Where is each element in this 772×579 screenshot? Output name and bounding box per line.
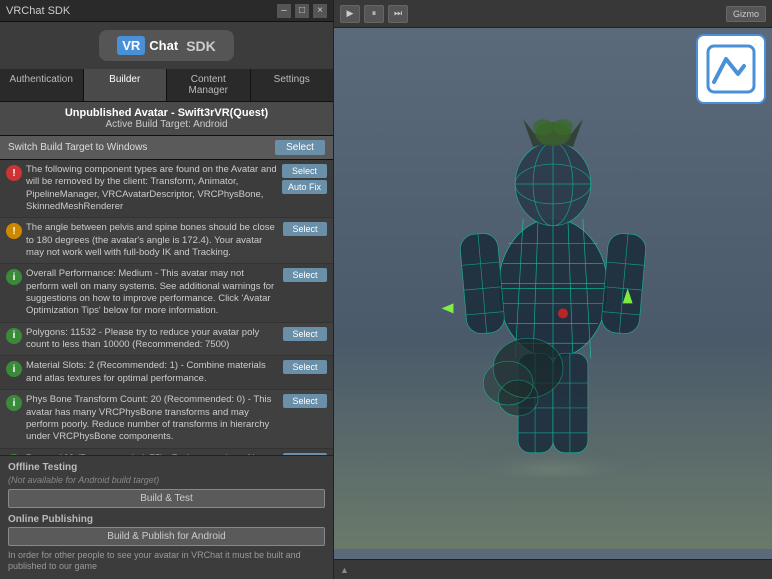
- nav-tabs: Authentication Builder Content Manager S…: [0, 69, 333, 102]
- tab-content-manager[interactable]: Content Manager: [167, 69, 251, 101]
- unity-toolbar: ▶ ⏸ ⏭ Gizmo: [334, 0, 772, 28]
- offline-header: Offline Testing: [8, 462, 325, 473]
- vrc-logo-overlay: [696, 34, 766, 104]
- warn-text: Phys Bone Transform Count: 20 (Recommend…: [26, 394, 279, 443]
- gizmo-label: Gizmo: [733, 9, 759, 19]
- list-item: i Polygons: 11532 - Please try to reduce…: [0, 323, 333, 357]
- avatar-svg: [334, 28, 772, 549]
- info-icon: i: [6, 269, 22, 285]
- online-publishing-section: Online Publishing Build & Publish for An…: [8, 514, 325, 573]
- select-button[interactable]: Select: [283, 268, 327, 282]
- gizmo-button[interactable]: Gizmo: [726, 6, 766, 22]
- warn-actions: Select: [283, 360, 327, 374]
- info-icon: i: [6, 395, 22, 411]
- error-icon: !: [6, 165, 22, 181]
- warn-actions: Select: [283, 327, 327, 341]
- select-button[interactable]: Select: [283, 394, 327, 408]
- select-button[interactable]: Select: [283, 222, 327, 236]
- list-item: ! The angle between pelvis and spine bon…: [0, 218, 333, 264]
- autofix-button[interactable]: Auto Fix: [282, 180, 327, 194]
- logo-chat: Chat: [149, 38, 178, 53]
- switch-target-button[interactable]: Select: [275, 140, 325, 155]
- warn-actions: Select: [283, 268, 327, 282]
- publish-note: In order for other people to see your av…: [8, 550, 325, 573]
- tab-settings[interactable]: Settings: [251, 69, 334, 101]
- logo-vr: VR: [117, 36, 145, 55]
- warn-text: Material Slots: 2 (Recommended: 1) - Com…: [26, 360, 279, 385]
- avatar-info: Unpublished Avatar - Swift3rVR(Quest) Ac…: [0, 102, 333, 136]
- left-panel: VRChat SDK – □ × VR Chat SDK Authenticat…: [0, 0, 334, 579]
- close-button[interactable]: ×: [313, 4, 327, 18]
- warning-icon: !: [6, 223, 22, 239]
- step-button[interactable]: ⏭: [388, 5, 408, 23]
- list-item: i Phys Bone Transform Count: 20 (Recomme…: [0, 390, 333, 448]
- tab-authentication[interactable]: Authentication: [0, 69, 84, 101]
- offline-note: (Not available for Android build target): [8, 475, 325, 485]
- logo-area: VR Chat SDK: [0, 22, 333, 69]
- warn-text: The angle between pelvis and spine bones…: [26, 222, 279, 259]
- build-publish-button[interactable]: Build & Publish for Android: [8, 527, 325, 546]
- select-button[interactable]: Select: [283, 327, 327, 341]
- list-item: i Overall Performance: Medium - This ava…: [0, 264, 333, 322]
- info-icon: i: [6, 328, 22, 344]
- warn-text: The following component types are found …: [26, 164, 278, 213]
- unity-viewport: ▶ ⏸ ⏭ Gizmo: [334, 0, 772, 579]
- offline-testing-section: Offline Testing (Not available for Andro…: [0, 455, 333, 579]
- list-item: i Material Slots: 2 (Recommended: 1) - C…: [0, 356, 333, 390]
- switch-label: Switch Build Target to Windows: [8, 142, 147, 153]
- status-text: ▲: [340, 565, 349, 575]
- title-bar: VRChat SDK – □ ×: [0, 0, 333, 22]
- select-button[interactable]: Select: [282, 164, 327, 178]
- switch-target-row: Switch Build Target to Windows Select: [0, 136, 333, 160]
- warn-text: Polygons: 11532 - Please try to reduce y…: [26, 327, 279, 352]
- pause-button[interactable]: ⏸: [364, 5, 384, 23]
- select-button[interactable]: Select: [283, 360, 327, 374]
- logo-sdk: SDK: [186, 38, 216, 54]
- avatar-title: Unpublished Avatar - Swift3rVR(Quest): [8, 107, 325, 119]
- tab-builder[interactable]: Builder: [84, 69, 168, 101]
- unity-status-bar: ▲: [334, 559, 772, 579]
- warn-actions: Select: [283, 394, 327, 408]
- warn-text: Overall Performance: Medium - This avata…: [26, 268, 279, 317]
- online-header: Online Publishing: [8, 514, 325, 525]
- play-button[interactable]: ▶: [340, 5, 360, 23]
- warnings-scroll[interactable]: ! The following component types are foun…: [0, 160, 333, 455]
- vrc-logo-svg: [706, 44, 756, 94]
- warn-actions: Select: [283, 222, 327, 236]
- info-icon: i: [6, 361, 22, 377]
- title-bar-controls: – □ ×: [277, 4, 327, 18]
- logo-box: VR Chat SDK: [99, 30, 234, 61]
- build-test-button[interactable]: Build & Test: [8, 489, 325, 508]
- scene-viewport: [334, 28, 772, 549]
- list-item: ! The following component types are foun…: [0, 160, 333, 218]
- minimize-button[interactable]: –: [277, 4, 291, 18]
- window-title: VRChat SDK: [6, 5, 70, 17]
- build-target: Active Build Target: Android: [8, 119, 325, 130]
- maximize-button[interactable]: □: [295, 4, 309, 18]
- warn-actions: Select Auto Fix: [282, 164, 327, 194]
